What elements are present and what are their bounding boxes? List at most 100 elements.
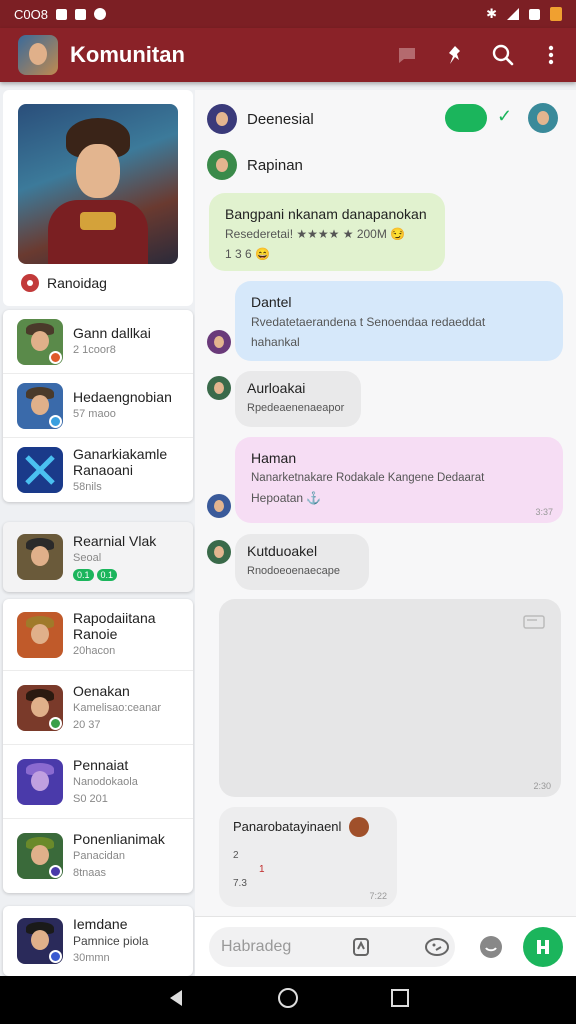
- message-time: 2:30: [533, 781, 551, 791]
- channel-meta-2: S0 201: [73, 792, 108, 805]
- list-item[interactable]: Iemdane Pamnice piola 30mmn: [3, 906, 193, 976]
- channel-name: Rapodaiitana Ranoie: [73, 610, 156, 642]
- message-bubble[interactable]: Haman Nanarketnakare Rodakale Kangene De…: [235, 437, 563, 523]
- message-bubble[interactable]: Panarobatayinaenl 2 1 7.3 7:22: [219, 807, 397, 907]
- battery-icon: [550, 7, 562, 21]
- message-text: Rvedatetaerandena t Senoendaa redaeddat: [251, 315, 486, 329]
- list-item[interactable]: Ponenlianimak Panacidan 8tnaas: [3, 819, 193, 893]
- card-icon: [523, 615, 545, 629]
- more-vert-icon[interactable]: [540, 44, 562, 66]
- channel-name: Rearnial Vlak: [73, 533, 157, 549]
- channel-meta: Kamelisao:ceanar: [73, 701, 162, 714]
- message-time: 3:37: [535, 507, 553, 517]
- channel-meta: Nanodokaola: [73, 775, 138, 788]
- channel-thumbnail: [17, 318, 63, 365]
- app-title: Komunitan: [70, 42, 185, 67]
- channel-name: Pennaiat: [73, 756, 129, 773]
- message-bubble[interactable]: Aurloakai Rpedeaenenaeapor: [235, 371, 361, 427]
- system-nav-bar: [0, 976, 576, 1024]
- channel-group-2: Rapodaiitana Ranoie 20hacon Oenakan Kameli…: [3, 599, 193, 893]
- status-time: C0O8: [14, 6, 48, 22]
- channel-meta: 2 1coor8: [73, 344, 116, 356]
- community-avatar[interactable]: [18, 35, 58, 75]
- pin-icon[interactable]: [444, 44, 466, 66]
- message-bubble[interactable]: Dantel Rvedatetaerandena t Senoendaa red…: [235, 281, 563, 361]
- channel-thumbnail: [17, 382, 63, 429]
- message-input-placeholder: Habradeg: [221, 938, 292, 955]
- chat-header[interactable]: Deenesial: [207, 104, 314, 134]
- message-bubble[interactable]: Kutduoakel Rnodoeoenaecape: [235, 534, 369, 590]
- list-item[interactable]: Oenakan Kamelisao:ceanar 20 37: [3, 671, 193, 745]
- message-title: Aurloakai: [247, 380, 306, 396]
- send-icon: [537, 940, 549, 954]
- featured-hero-card[interactable]: Ranoidag: [3, 90, 193, 306]
- list-item[interactable]: Ganarkiakamle Ranaoani 58nils: [3, 438, 193, 502]
- notification-icon: [55, 8, 67, 20]
- active-channel: Rearnial Vlak Seoal 0.1 0.1: [3, 522, 193, 592]
- channel-meta: Panacidan: [73, 850, 125, 862]
- message-icon[interactable]: [396, 44, 418, 66]
- list-item[interactable]: Hedaengnobian 57 maoo: [3, 374, 193, 438]
- message-text-3: 7.3: [233, 878, 247, 889]
- list-item[interactable]: Gann dallkai 2 1coor8: [3, 310, 193, 374]
- message-text-2: 1 3 6 😄: [225, 247, 270, 261]
- back-icon[interactable]: [166, 988, 186, 1013]
- channel-thumbnail: [17, 684, 63, 731]
- channel-name: Oenakan: [73, 682, 130, 699]
- message-text: Nanarketnakare Rodakale Kangene Dedaarat: [251, 472, 485, 484]
- list-item-active[interactable]: Rearnial Vlak Seoal 0.1 0.1: [3, 522, 193, 592]
- channel-thumbnail: [17, 758, 63, 805]
- tag-chip: 0.1: [96, 569, 118, 581]
- channel-meta: Pamnice piola: [73, 934, 149, 948]
- channel-meta-2: 30mmn: [73, 952, 110, 964]
- message-input[interactable]: Habradeg: [209, 927, 455, 967]
- channel-thumbnail: [17, 534, 63, 580]
- emoji-icon[interactable]: [477, 933, 505, 961]
- message-text: Rnodoeoenaecape: [247, 565, 340, 577]
- home-icon[interactable]: [277, 987, 299, 1014]
- check-icon: ✓: [497, 106, 513, 126]
- attach-icon[interactable]: [347, 933, 375, 961]
- sticker-icon[interactable]: [423, 933, 451, 961]
- wifi-icon: [529, 8, 540, 20]
- header-avatar[interactable]: [528, 103, 558, 133]
- notification-icon-2: [74, 8, 86, 20]
- channel-sidebar: Ranoidag Gann dallkai 2 1coor8 Hedaengnob…: [0, 90, 195, 976]
- list-item[interactable]: Pennaiat Nanodokaola S0 201: [3, 745, 193, 819]
- message-title: Dantel: [251, 294, 292, 310]
- channel-meta: 57 maoo: [73, 408, 116, 420]
- online-toggle[interactable]: [445, 104, 487, 132]
- app-bar: Komunitan: [0, 28, 576, 82]
- channel-thumbnail: [17, 833, 63, 879]
- emoji-avatar: [349, 817, 370, 837]
- message-text-2: hahankal: [251, 335, 300, 349]
- recents-icon[interactable]: [390, 988, 410, 1013]
- channel-group-3: Iemdane Pamnice piola 30mmn: [3, 906, 193, 976]
- message-title: Haman: [251, 450, 297, 466]
- list-item[interactable]: Rapodaiitana Ranoie 20hacon: [3, 599, 193, 671]
- channel-thumbnail: [17, 918, 63, 964]
- user-avatar: [207, 150, 237, 180]
- chat-header-name: Deenesial: [247, 110, 314, 128]
- channel-thumbnail: [17, 447, 63, 493]
- message-bubble[interactable]: Bangpani nkanam danapanokan Resederetai!…: [209, 193, 445, 271]
- search-icon[interactable]: [492, 44, 514, 66]
- send-button[interactable]: [523, 927, 563, 967]
- channel-meta: 20hacon: [73, 645, 116, 657]
- tag-chip: 0.1: [73, 569, 94, 581]
- user-avatar: [207, 104, 237, 134]
- channel-name: Ponenlianimak: [73, 831, 165, 847]
- message-text-2: Hepoatan ⚓: [251, 491, 322, 505]
- message-title: Bangpani nkanam danapanokan: [225, 206, 427, 222]
- sender-avatar: [207, 540, 231, 564]
- hero-artwork: [18, 104, 178, 264]
- message-title: Panarobatayinaenl: [233, 819, 342, 834]
- channel-meta-2: 8tnaas: [73, 867, 107, 879]
- sender-avatar: [207, 494, 231, 518]
- message-title: Kutduoakel: [247, 543, 318, 559]
- info-icon: [93, 8, 106, 20]
- media-message[interactable]: 2:30: [219, 599, 561, 797]
- channel-name: Gann dallkai: [73, 325, 151, 341]
- channel-name: Hedaengnobian: [73, 389, 172, 405]
- channel-meta-2: 20 37: [73, 718, 101, 731]
